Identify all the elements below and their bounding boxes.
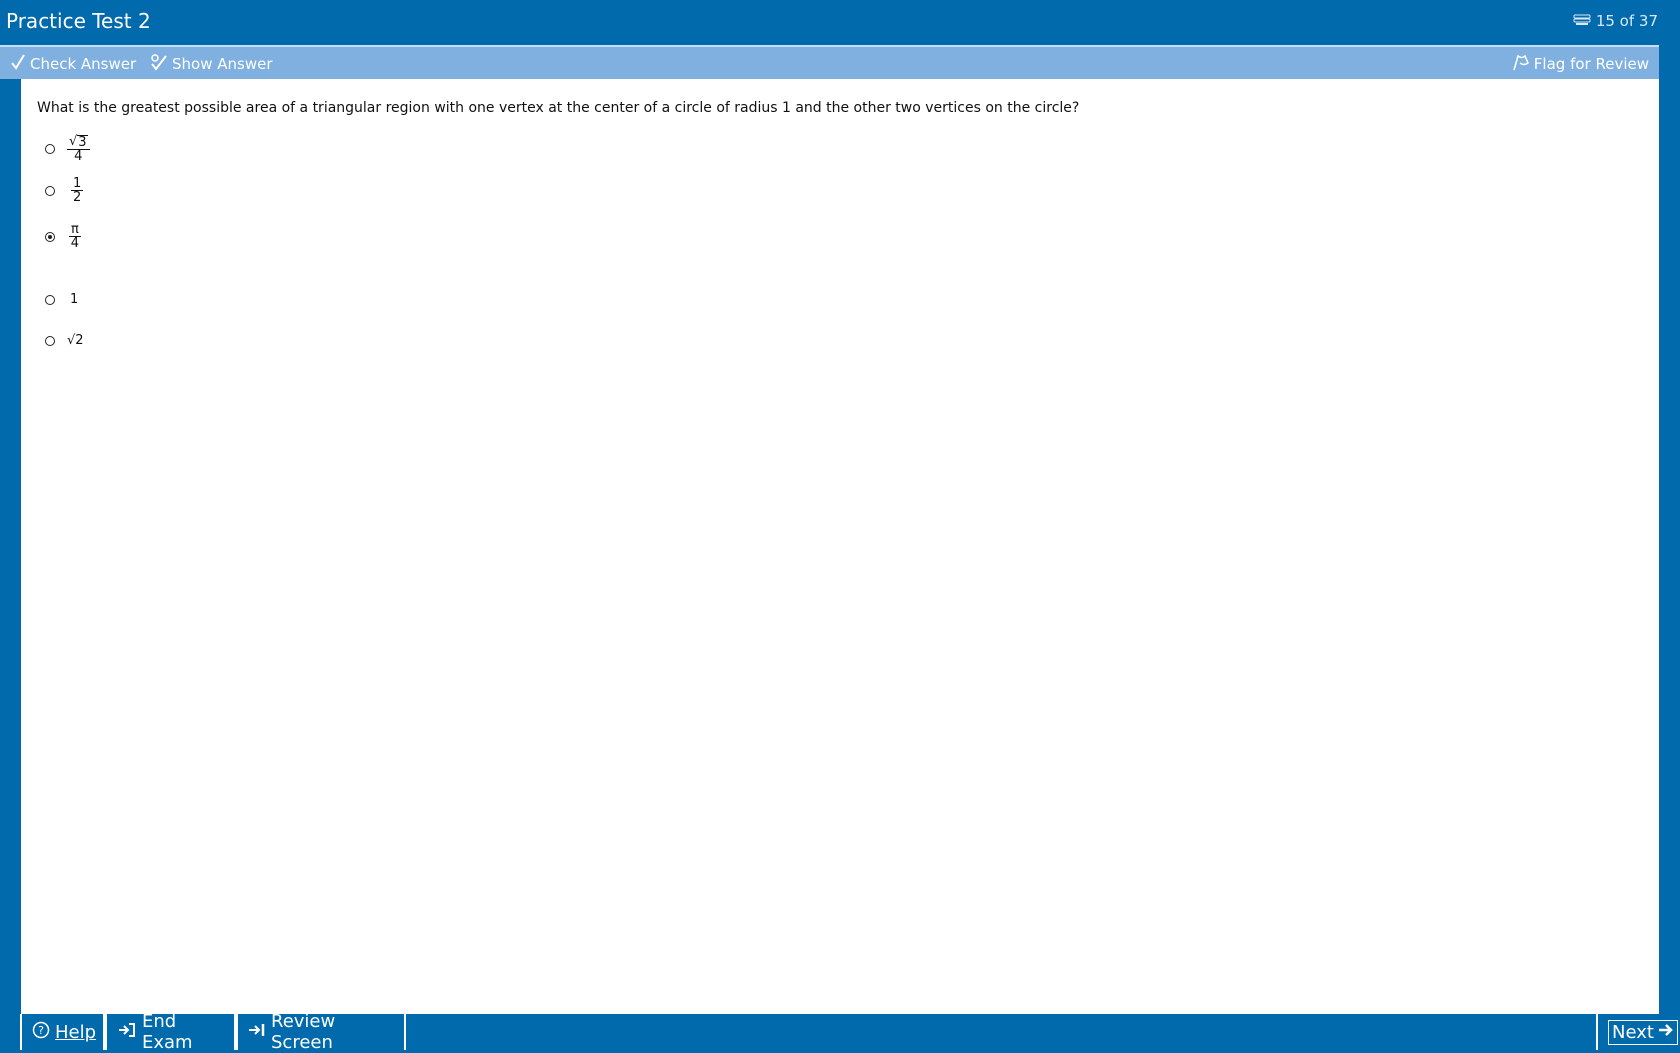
choice-option-3[interactable]: π 4 xyxy=(45,223,81,250)
choice-math: 1 2 xyxy=(71,176,84,205)
choice-option-4[interactable]: 1 xyxy=(45,292,78,307)
toolbar: Check Answer Show Answer Flag for Review xyxy=(0,45,1659,79)
svg-text:?: ? xyxy=(38,1024,44,1037)
question-counter-text: 15 of 37 xyxy=(1595,12,1658,30)
next-label: Next xyxy=(1612,1021,1654,1043)
review-screen-icon xyxy=(248,1022,266,1043)
bottom-navigation-bar: ? Help End Exam Review Screen Next xyxy=(0,1011,1680,1053)
help-button[interactable]: ? Help xyxy=(20,1014,105,1050)
choice-numerator: 3 xyxy=(77,135,88,150)
show-answer-icon xyxy=(150,53,168,75)
question-panel: What is the greatest possible area of a … xyxy=(21,79,1659,1014)
flag-for-review-label: Flag for Review xyxy=(1533,55,1649,73)
review-screen-button[interactable]: Review Screen xyxy=(236,1011,406,1053)
radio-button[interactable] xyxy=(45,335,55,346)
choice-math: √ 3 4 xyxy=(67,135,90,163)
next-button-frame: Next xyxy=(1608,1019,1678,1045)
flag-icon xyxy=(1512,53,1530,75)
title-bar: Practice Test 2 15 of 37 xyxy=(0,0,1680,45)
flag-for-review-button[interactable]: Flag for Review xyxy=(1512,53,1649,75)
choice-math: π 4 xyxy=(69,223,81,250)
choice-value: 1 xyxy=(70,292,79,307)
choice-denominator: 4 xyxy=(70,236,80,251)
choice-denominator: 4 xyxy=(74,149,83,164)
next-button[interactable]: Next xyxy=(1596,1014,1680,1050)
arrow-right-icon xyxy=(1658,1022,1674,1043)
choice-denominator: 2 xyxy=(73,190,82,205)
help-icon: ? xyxy=(32,1021,50,1044)
radio-button[interactable] xyxy=(45,185,55,196)
choice-option-2[interactable]: 1 2 xyxy=(45,176,84,205)
show-answer-label: Show Answer xyxy=(172,55,273,73)
check-answer-icon xyxy=(10,53,26,75)
show-answer-button[interactable]: Show Answer xyxy=(150,53,273,75)
choice-numerator: 1 xyxy=(71,176,84,191)
check-answer-label: Check Answer xyxy=(30,55,137,73)
radio-button-selected[interactable] xyxy=(45,231,55,242)
question-counter: 15 of 37 xyxy=(1573,12,1658,30)
end-exam-label: End Exam xyxy=(142,1011,193,1053)
question-list-icon xyxy=(1573,12,1591,30)
choice-option-1[interactable]: √ 3 4 xyxy=(45,135,90,163)
radio-button[interactable] xyxy=(45,294,55,305)
choice-option-5[interactable]: √2 xyxy=(45,333,84,348)
review-screen-label: Review Screen xyxy=(271,1011,336,1053)
check-answer-button[interactable]: Check Answer xyxy=(10,53,136,75)
choice-numerator: π xyxy=(69,222,81,237)
end-exam-icon xyxy=(117,1022,137,1043)
question-text: What is the greatest possible area of a … xyxy=(37,100,1080,116)
help-label: Help xyxy=(55,1021,97,1043)
radio-button[interactable] xyxy=(45,144,55,154)
choice-value: √2 xyxy=(67,333,84,348)
app-title: Practice Test 2 xyxy=(6,9,151,33)
end-exam-button[interactable]: End Exam xyxy=(105,1011,236,1053)
